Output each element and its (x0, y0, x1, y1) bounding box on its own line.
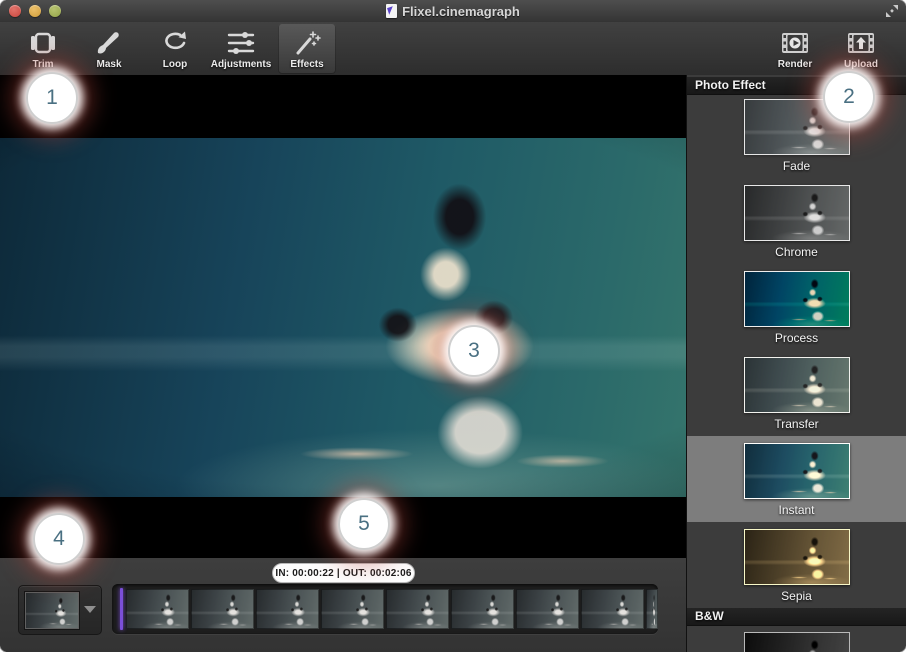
effect-thumbnail (744, 632, 850, 652)
filmstrip-frame[interactable] (386, 589, 449, 629)
effects-sidebar: Photo Effect Fade Chrome Process Transfe… (686, 75, 906, 652)
adjustments-button[interactable]: Adjustments (212, 23, 270, 74)
filmstrip-frame[interactable] (581, 589, 644, 629)
effect-name: Fade (687, 159, 906, 173)
effect-thumbnail (744, 443, 850, 499)
filmstrip-frames (126, 589, 658, 629)
window-title: Flixel.cinemagraph (402, 4, 520, 19)
effect-name: Chrome (687, 245, 906, 259)
toolbar-left-group: Trim Mask Loop Adjustments (0, 22, 340, 75)
callout-5: 5 (338, 498, 390, 550)
filmstrip-frame[interactable] (126, 589, 189, 629)
chevron-down-icon (84, 606, 96, 613)
title-wrap: Flixel.cinemagraph (0, 0, 906, 22)
filmstrip-frame[interactable] (321, 589, 384, 629)
callout-1: 1 (26, 72, 78, 124)
adjustments-icon (227, 27, 255, 59)
loop-icon (161, 27, 189, 59)
mask-button[interactable]: Mask (80, 23, 138, 74)
effect-item-bw-partial[interactable] (687, 626, 906, 652)
effects-button[interactable]: Effects (278, 23, 336, 74)
render-label: Render (778, 59, 812, 71)
effects-label: Effects (290, 59, 323, 71)
toolbar: Trim Mask Loop Adjustments (0, 22, 906, 76)
loop-button[interactable]: Loop (146, 23, 204, 74)
callout-3: 3 (448, 325, 500, 377)
effect-name: Process (687, 331, 906, 345)
filmstrip[interactable] (112, 584, 658, 634)
callout-4: 4 (33, 513, 85, 565)
upload-button[interactable]: Upload (832, 23, 890, 74)
fullscreen-icon[interactable] (885, 4, 899, 18)
mask-label: Mask (96, 59, 121, 71)
upload-icon (847, 27, 875, 59)
upload-label: Upload (844, 59, 878, 71)
effect-thumbnail (744, 529, 850, 585)
preview-area (0, 75, 686, 558)
filmstrip-frame[interactable] (451, 589, 514, 629)
toolbar-right-group: Render Upload (762, 22, 906, 75)
effect-item-sepia[interactable]: Sepia (687, 522, 906, 608)
loop-label: Loop (163, 59, 187, 71)
trim-label: Trim (32, 59, 53, 71)
callout-2: 2 (823, 71, 875, 123)
effect-item-transfer[interactable]: Transfer (687, 350, 906, 436)
effect-name: Instant (687, 503, 906, 517)
effect-name: Sepia (687, 589, 906, 603)
filmstrip-frame-partial[interactable] (646, 589, 658, 629)
filmstrip-frame[interactable] (256, 589, 319, 629)
adjustments-label: Adjustments (211, 59, 272, 71)
effects-icon (293, 27, 321, 59)
effect-name: Transfer (687, 417, 906, 431)
effect-item-process[interactable]: Process (687, 264, 906, 350)
titlebar: Flixel.cinemagraph (0, 0, 906, 23)
clip-thumbnail (25, 592, 79, 629)
render-icon (781, 27, 809, 59)
filmstrip-frame[interactable] (516, 589, 579, 629)
document-icon (386, 4, 397, 18)
effect-thumbnail (744, 357, 850, 413)
effect-item-chrome[interactable]: Chrome (687, 178, 906, 264)
preview-image (0, 138, 686, 497)
mask-icon (95, 27, 123, 59)
trim-button[interactable]: Trim (14, 23, 72, 74)
timeline-panel: IN: 00:00:22 | OUT: 00:02:06 (0, 558, 686, 652)
clip-selector[interactable] (18, 585, 102, 635)
trim-icon (29, 27, 57, 59)
render-button[interactable]: Render (766, 23, 824, 74)
filmstrip-frame[interactable] (191, 589, 254, 629)
in-out-badge: IN: 00:00:22 | OUT: 00:02:06 (272, 563, 415, 583)
effect-thumbnail (744, 185, 850, 241)
effect-item-instant[interactable]: Instant (687, 436, 906, 522)
playhead[interactable] (120, 588, 123, 630)
effect-thumbnail (744, 271, 850, 327)
bw-header: B&W (687, 608, 906, 626)
app-window: Flixel.cinemagraph Trim Mask (0, 0, 906, 652)
